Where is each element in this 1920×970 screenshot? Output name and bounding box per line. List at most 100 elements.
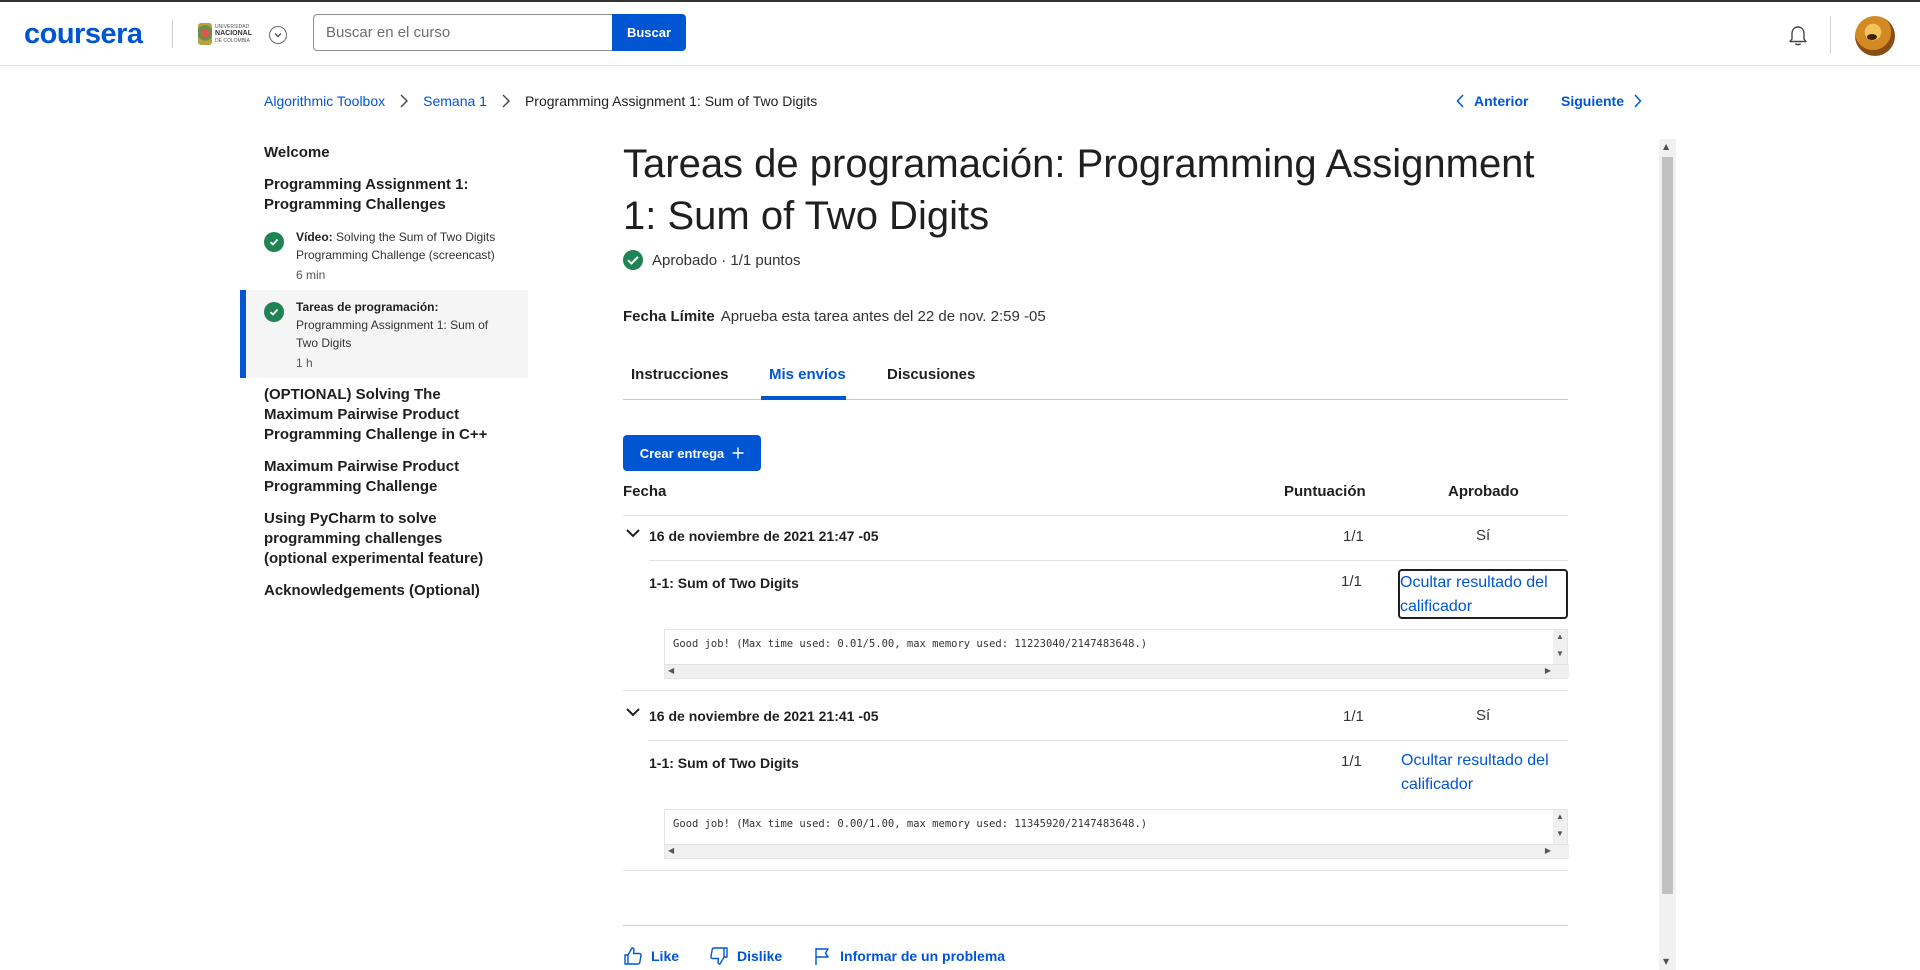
active-tab-indicator xyxy=(761,396,846,400)
dislike-button[interactable]: Dislike xyxy=(709,946,782,966)
deadline-text: Aprueba esta tarea antes del 22 de nov. … xyxy=(720,308,1046,325)
chevron-down-icon[interactable] xyxy=(269,26,287,44)
chevron-right-icon xyxy=(501,94,511,108)
output-vertical-scrollbar[interactable]: ▲ ▼ xyxy=(1553,810,1567,846)
sidebar-subitem-assignment-active[interactable]: Tareas de programación: Programming Assi… xyxy=(240,290,528,378)
subitem-type: Tareas de programación: xyxy=(296,300,439,314)
divider xyxy=(623,925,1568,926)
subitem-duration: 6 min xyxy=(296,268,326,282)
hide-grader-output-link[interactable]: Ocultar resultado del calificador xyxy=(1398,569,1568,619)
part-score: 1/1 xyxy=(1341,573,1362,590)
search-input[interactable] xyxy=(313,14,613,51)
chevron-right-icon xyxy=(399,94,409,108)
chevron-down-icon[interactable] xyxy=(625,705,641,723)
breadcrumb-course[interactable]: Algorithmic Toolbox xyxy=(264,93,385,109)
output-vertical-scrollbar[interactable]: ▲ ▼ xyxy=(1553,630,1567,666)
university-seal-icon xyxy=(198,23,213,45)
grader-output-box[interactable]: Good job! (Max time used: 0.00/1.00, max… xyxy=(664,809,1569,859)
submission-date[interactable]: 16 de noviembre de 2021 21:41 -05 xyxy=(649,708,879,724)
avatar[interactable] xyxy=(1855,16,1895,56)
scroll-down-icon[interactable]: ▼ xyxy=(1663,957,1669,966)
previous-button[interactable]: Anterior xyxy=(1456,93,1528,109)
part-name: 1-1: Sum of Two Digits xyxy=(649,575,799,591)
divider xyxy=(649,740,1568,741)
grader-output-text: Good job! (Max time used: 0.01/5.00, max… xyxy=(673,638,1148,650)
submission-score: 1/1 xyxy=(1343,708,1364,725)
course-sidebar: Welcome Programming Assignment 1: Progra… xyxy=(240,140,528,604)
chevron-left-icon xyxy=(1456,94,1464,108)
tab-instrucciones[interactable]: Instrucciones xyxy=(631,366,729,397)
breadcrumb-week[interactable]: Semana 1 xyxy=(423,93,487,109)
output-horizontal-scrollbar[interactable]: ◀ ▶ xyxy=(665,664,1569,678)
search-button[interactable]: Buscar xyxy=(612,14,686,51)
page-scrollbar-thumb[interactable] xyxy=(1662,157,1673,894)
scroll-up-icon[interactable]: ▲ xyxy=(1663,142,1669,151)
dislike-label: Dislike xyxy=(737,948,783,964)
check-circle-icon xyxy=(264,302,284,322)
scroll-up-icon[interactable]: ▲ xyxy=(1556,633,1564,641)
submission-date[interactable]: 16 de noviembre de 2021 21:47 -05 xyxy=(649,528,879,544)
divider xyxy=(623,690,1568,691)
sidebar-subitem-video[interactable]: Vídeo: Solving the Sum of Two Digits Pro… xyxy=(240,220,528,290)
breadcrumb: Algorithmic Toolbox Semana 1 Programming… xyxy=(264,92,817,110)
sidebar-item-welcome[interactable]: Welcome xyxy=(240,140,528,166)
scroll-right-icon[interactable]: ▶ xyxy=(1545,847,1551,855)
report-problem-button[interactable]: Informar de un problema xyxy=(812,946,1005,966)
like-button[interactable]: Like xyxy=(623,946,679,966)
sidebar-item-programming-challenges[interactable]: Programming Assignment 1: Programming Ch… xyxy=(240,172,528,218)
scroll-right-icon[interactable]: ▶ xyxy=(1545,667,1551,675)
scroll-down-icon[interactable]: ▼ xyxy=(1556,830,1564,838)
part-name: 1-1: Sum of Two Digits xyxy=(649,755,799,771)
output-horizontal-scrollbar[interactable]: ◀ ▶ xyxy=(665,844,1569,858)
next-button[interactable]: Siguiente xyxy=(1561,93,1642,109)
chevron-right-icon xyxy=(1634,94,1642,108)
top-header: coursera UNIVERSIDAD NACIONAL DE COLOMBI… xyxy=(0,2,1920,66)
scroll-left-icon[interactable]: ◀ xyxy=(668,667,674,675)
column-header-fecha: Fecha xyxy=(623,483,667,500)
header-divider xyxy=(172,20,173,48)
report-problem-label: Informar de un problema xyxy=(840,948,1006,964)
flag-icon xyxy=(815,948,829,965)
page-title: Tareas de programación: Programming Assi… xyxy=(623,142,1535,238)
create-submission-button[interactable]: Crear entrega xyxy=(623,435,761,471)
breadcrumb-current: Programming Assignment 1: Sum of Two Dig… xyxy=(524,93,818,109)
sidebar-item-pycharm[interactable]: Using PyCharm to solve programming chall… xyxy=(240,506,528,572)
deadline-label: Fecha Límite xyxy=(623,308,715,325)
deadline: Fecha Límite Aprueba esta tarea antes del… xyxy=(623,308,1046,325)
next-label: Siguiente xyxy=(1561,93,1625,109)
submission-passed: Sí xyxy=(1476,527,1491,544)
column-header-puntuacion: Puntuación xyxy=(1284,483,1366,500)
scroll-up-icon[interactable]: ▲ xyxy=(1556,813,1564,821)
sidebar-item-max-pairwise[interactable]: Maximum Pairwise Product Programming Cha… xyxy=(240,454,528,500)
part-score: 1/1 xyxy=(1341,753,1362,770)
status-row: Aprobado · 1/1 puntos xyxy=(623,250,800,270)
tab-bar: Instrucciones Mis envíos Discusiones xyxy=(623,358,1568,400)
coursera-logo[interactable]: coursera xyxy=(24,18,143,51)
divider xyxy=(649,560,1568,561)
thumbs-down-icon xyxy=(710,947,728,965)
university-logo[interactable]: UNIVERSIDAD NACIONAL DE COLOMBIA xyxy=(198,21,252,47)
university-name: UNIVERSIDAD NACIONAL DE COLOMBIA xyxy=(215,24,252,44)
hide-grader-output-link[interactable]: Ocultar resultado del calificador xyxy=(1399,749,1569,797)
page-scrollbar[interactable]: ▲ ▼ xyxy=(1659,139,1676,970)
bell-icon[interactable] xyxy=(1786,24,1810,52)
thumbs-up-icon xyxy=(624,947,642,965)
subitem-type: Vídeo: xyxy=(296,230,333,244)
grader-output-box[interactable]: Good job! (Max time used: 0.01/5.00, max… xyxy=(664,629,1569,679)
check-circle-icon xyxy=(623,250,643,270)
column-header-aprobado: Aprobado xyxy=(1448,483,1519,500)
sidebar-item-optional-cpp[interactable]: (OPTIONAL) Solving The Maximum Pairwise … xyxy=(240,382,528,448)
chevron-down-icon[interactable] xyxy=(625,526,641,544)
divider xyxy=(623,515,1568,516)
tab-discusiones[interactable]: Discusiones xyxy=(887,366,975,397)
divider xyxy=(623,870,1568,871)
tab-mis-envios[interactable]: Mis envíos xyxy=(769,366,846,397)
scroll-down-icon[interactable]: ▼ xyxy=(1556,650,1564,658)
scroll-left-icon[interactable]: ◀ xyxy=(668,847,674,855)
sidebar-item-acknowledgements[interactable]: Acknowledgements (Optional) xyxy=(240,578,528,604)
subitem-title: Programming Assignment 1: Sum of Two Dig… xyxy=(296,318,489,350)
plus-icon xyxy=(732,447,744,459)
previous-label: Anterior xyxy=(1474,93,1529,109)
submission-passed: Sí xyxy=(1476,707,1491,724)
status-text: Aprobado · 1/1 puntos xyxy=(652,251,801,269)
